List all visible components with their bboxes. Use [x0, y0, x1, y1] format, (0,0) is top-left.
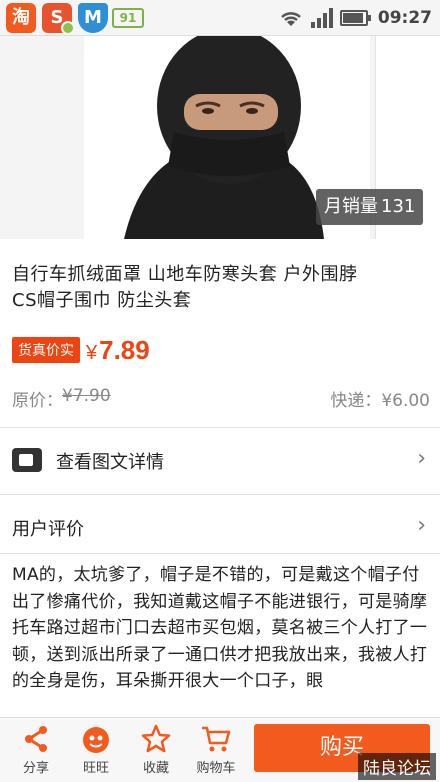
- original-price: ¥7.90: [62, 386, 111, 406]
- user-reviews-row[interactable]: 用户评价 ›: [0, 495, 440, 561]
- chevron-right-icon: ›: [417, 446, 426, 471]
- chevron-right-icon: ›: [417, 513, 426, 538]
- product-title: 自行车抓绒面罩 山地车防寒头套 户外围脖 CS帽子围巾 防尘头套: [12, 264, 358, 311]
- signal-icon: [310, 8, 333, 28]
- user-reviews-label: 用户评价: [12, 519, 84, 540]
- share-button[interactable]: 分享: [10, 718, 62, 782]
- view-details-label: 查看图文详情: [56, 452, 164, 473]
- cart-button[interactable]: 购物车: [190, 718, 242, 782]
- price-row: 货真价实 ¥7.89: [12, 334, 150, 366]
- review-text: MA的，太坑爹了，帽子是不错的，可是戴这个帽子付出了惨痛代价，我知道戴这帽子不能…: [12, 565, 428, 691]
- favorite-label: 收藏: [142, 761, 169, 776]
- monthly-sales-badge: 月销量 131: [316, 189, 424, 225]
- s-app-icon: S: [42, 3, 75, 35]
- view-details-row[interactable]: 查看图文详情 ›: [0, 428, 440, 494]
- current-price: ¥7.89: [86, 334, 150, 365]
- favorite-button[interactable]: 收藏: [130, 718, 182, 782]
- check-badge-icon: [61, 21, 75, 35]
- share-label: 分享: [22, 761, 49, 776]
- original-price-label: 原价：: [12, 391, 63, 411]
- divider: [0, 553, 440, 554]
- original-price-row: 原价： ¥7.90 快递：¥6.00: [12, 384, 430, 412]
- share-icon: [25, 726, 47, 752]
- status-bar: 淘 S M 91 09:27: [0, 0, 440, 36]
- taobao-app-icon: 淘: [6, 3, 36, 33]
- star-icon: [141, 724, 171, 753]
- battery-icon: [339, 10, 371, 26]
- cart-label: 购物车: [196, 761, 236, 776]
- wangwang-label: 旺旺: [82, 761, 109, 776]
- forum-watermark: 陆良论坛: [358, 753, 436, 780]
- shield-app-icon: M: [78, 3, 108, 33]
- wangwang-button[interactable]: 旺旺: [70, 718, 122, 782]
- app-badge-icon: 91: [112, 8, 144, 28]
- shipping-fee: 快递：¥6.00: [330, 391, 430, 411]
- clock: 09:27: [377, 8, 432, 28]
- wifi-icon: [281, 12, 301, 26]
- image-icon: [12, 448, 42, 472]
- shopping-cart-icon: [202, 726, 231, 752]
- wangwang-chat-icon: [83, 727, 109, 753]
- price-tag-badge: 货真价实: [12, 337, 80, 363]
